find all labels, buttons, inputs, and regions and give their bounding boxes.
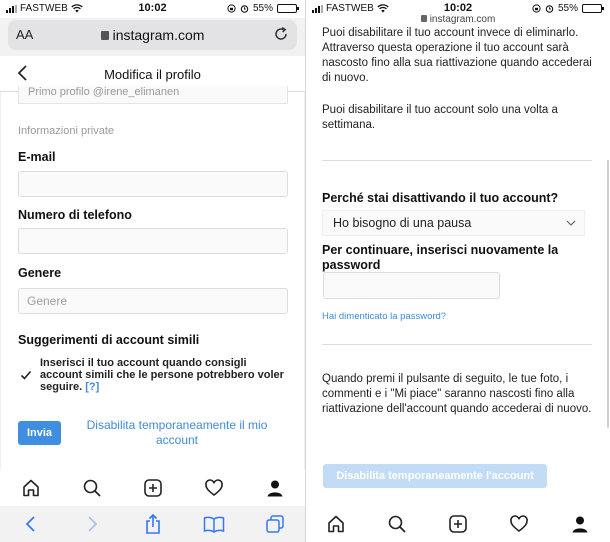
help-link[interactable]: [?]	[85, 381, 99, 393]
safari-address-area: AA instagram.com	[0, 18, 305, 56]
suggestions-heading: Suggerimenti di account simili	[18, 333, 200, 347]
bio-field-partial[interactable]: Primo profilo @irene_elimanen	[18, 86, 288, 104]
edit-profile-form: Primo profilo @irene_elimanen Informazio…	[0, 86, 305, 469]
reason-selected-value: Ho bisogno di una pausa	[333, 216, 472, 230]
search-icon[interactable]	[386, 513, 408, 535]
tabs-icon[interactable]	[264, 513, 286, 535]
email-field[interactable]	[18, 171, 288, 197]
alarm-icon	[240, 5, 249, 13]
safari-toolbar	[0, 506, 305, 542]
left-screenshot: FASTWEB 10:02 55% AA instagram.com Modif…	[0, 0, 305, 542]
battery-percent: 55%	[252, 3, 273, 14]
password-prompt: Per continuare, inserisci nuovamente la …	[322, 243, 559, 272]
password-field[interactable]	[323, 272, 500, 299]
reload-icon[interactable]	[273, 26, 289, 42]
address-bar[interactable]: AA instagram.com	[8, 20, 297, 50]
private-info-heading: Informazioni private	[18, 125, 114, 137]
phone-field[interactable]	[18, 228, 288, 254]
gender-field[interactable]	[18, 288, 288, 314]
forgot-password-link[interactable]: Hai dimenticato la password?	[322, 311, 446, 322]
forward-icon[interactable]	[81, 513, 103, 535]
home-icon[interactable]	[20, 477, 42, 499]
search-icon[interactable]	[81, 477, 103, 499]
home-icon[interactable]	[325, 513, 347, 535]
section-divider	[322, 344, 592, 345]
activity-heart-icon[interactable]	[203, 477, 225, 499]
page-title: Modifica il profilo	[104, 67, 201, 82]
battery-icon	[582, 4, 604, 13]
orientation-lock-icon	[532, 4, 541, 13]
phone-label: Numero di telefono	[18, 208, 132, 222]
lock-icon	[100, 31, 109, 40]
suggestions-text: Inserisci il tuo account quando consigli…	[40, 357, 284, 393]
alarm-icon	[545, 5, 554, 13]
disable-intro-text: Puoi disabilitare il tuo account invece …	[322, 27, 592, 84]
url-domain: instagram.com	[112, 27, 205, 43]
share-icon[interactable]	[142, 513, 164, 535]
checkmark-icon[interactable]	[20, 369, 32, 381]
new-post-icon[interactable]	[447, 513, 469, 535]
reason-question: Perché stai disattivando il tuo account?	[322, 191, 559, 205]
profile-icon[interactable]	[569, 513, 591, 535]
compact-address-bar[interactable]: instagram.com	[306, 14, 610, 25]
disable-account-button[interactable]: Disabilita temporaneamente l'account	[323, 464, 547, 488]
activity-heart-icon[interactable]	[508, 513, 530, 535]
new-post-icon[interactable]	[142, 477, 164, 499]
bookmarks-icon[interactable]	[203, 513, 225, 535]
reason-select[interactable]: Ho bisogno di una pausa	[322, 210, 585, 236]
section-divider	[322, 160, 592, 161]
gender-label: Genere	[18, 266, 62, 280]
instagram-tab-bar	[306, 506, 610, 542]
disable-account-link[interactable]: Disabilita temporaneamente il mio accoun…	[77, 418, 277, 448]
email-label: E-mail	[18, 150, 56, 164]
back-icon[interactable]	[20, 513, 42, 535]
submit-button[interactable]: Invia	[18, 421, 61, 445]
battery-icon	[277, 4, 299, 13]
scrollbar[interactable]	[607, 160, 609, 428]
url-domain: instagram.com	[429, 14, 496, 25]
battery-percent: 55%	[557, 3, 578, 14]
status-bar: FASTWEB 10:02 55%	[0, 0, 305, 18]
instagram-tab-bar	[0, 470, 305, 506]
lock-icon	[420, 15, 427, 22]
right-screenshot: FASTWEB 10:02 55% instagram.com Puoi dis…	[306, 0, 610, 542]
profile-icon[interactable]	[264, 477, 286, 499]
orientation-lock-icon	[227, 4, 236, 13]
once-a-week-text: Puoi disabilitare il tuo account solo un…	[322, 104, 558, 131]
chevron-down-icon	[566, 220, 576, 226]
disable-notice-text: Quando premi il pulsante di seguito, le …	[322, 373, 592, 415]
